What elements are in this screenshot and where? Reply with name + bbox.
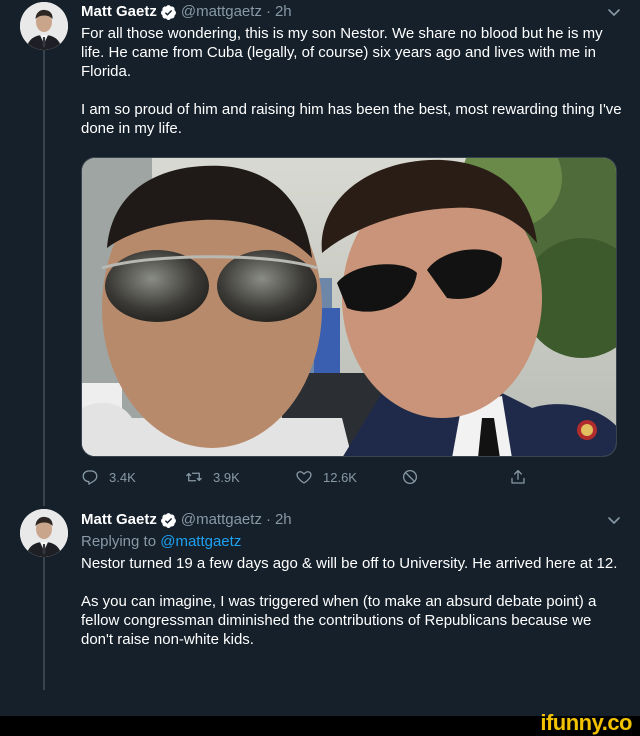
avatar[interactable]	[20, 2, 68, 50]
display-name[interactable]: Matt Gaetz	[81, 510, 157, 530]
action-bar: 3.4K 3.9K 12.6K	[81, 468, 525, 488]
reply-button[interactable]: 3.4K	[81, 468, 136, 486]
avatar[interactable]	[20, 509, 68, 557]
display-name[interactable]: Matt Gaetz	[81, 2, 157, 22]
retweet-button[interactable]: 3.9K	[185, 468, 240, 486]
like-count: 12.6K	[323, 469, 357, 485]
watermark: ifunny.co	[540, 710, 632, 735]
like-icon	[296, 471, 312, 484]
handle[interactable]: @mattgaetz	[181, 2, 262, 22]
timestamp[interactable]: 2h	[275, 2, 292, 22]
retweet-icon	[186, 472, 202, 482]
tweet-header: Matt Gaetz @mattgaetz · 2h	[81, 2, 622, 22]
verified-icon	[160, 4, 177, 21]
handle[interactable]: @mattgaetz	[181, 510, 262, 530]
block-button[interactable]	[401, 468, 429, 486]
timestamp[interactable]: 2h	[275, 510, 292, 530]
chevron-down-icon[interactable]	[606, 512, 622, 528]
replying-handle-link[interactable]: @mattgaetz	[160, 533, 241, 550]
share-button[interactable]	[509, 468, 537, 486]
separator: ·	[265, 3, 271, 20]
replying-to: Replying to @mattgaetz	[81, 532, 622, 552]
separator: ·	[265, 511, 271, 528]
tweet-text: Nestor turned 19 a few days ago & will b…	[81, 555, 618, 648]
share-icon	[511, 469, 525, 484]
tweet[interactable]: Matt Gaetz @mattgaetz · 2h Replying to @…	[0, 509, 640, 709]
tweet[interactable]: Matt Gaetz @mattgaetz · 2h For all those…	[0, 0, 640, 500]
like-button[interactable]: 12.6K	[295, 468, 357, 486]
replying-prefix: Replying to	[81, 533, 161, 550]
retweet-count: 3.9K	[213, 469, 240, 485]
reply-icon	[82, 470, 98, 485]
tweet-photo[interactable]	[81, 157, 617, 457]
timeline: Matt Gaetz @mattgaetz · 2h For all those…	[0, 0, 640, 716]
tweet-header: Matt Gaetz @mattgaetz · 2h	[81, 510, 622, 530]
chevron-down-icon[interactable]	[606, 4, 622, 20]
block-icon	[402, 469, 418, 485]
verified-icon	[160, 512, 177, 529]
reply-count: 3.4K	[109, 469, 136, 485]
tweet-text: For all those wondering, this is my son …	[81, 25, 622, 137]
